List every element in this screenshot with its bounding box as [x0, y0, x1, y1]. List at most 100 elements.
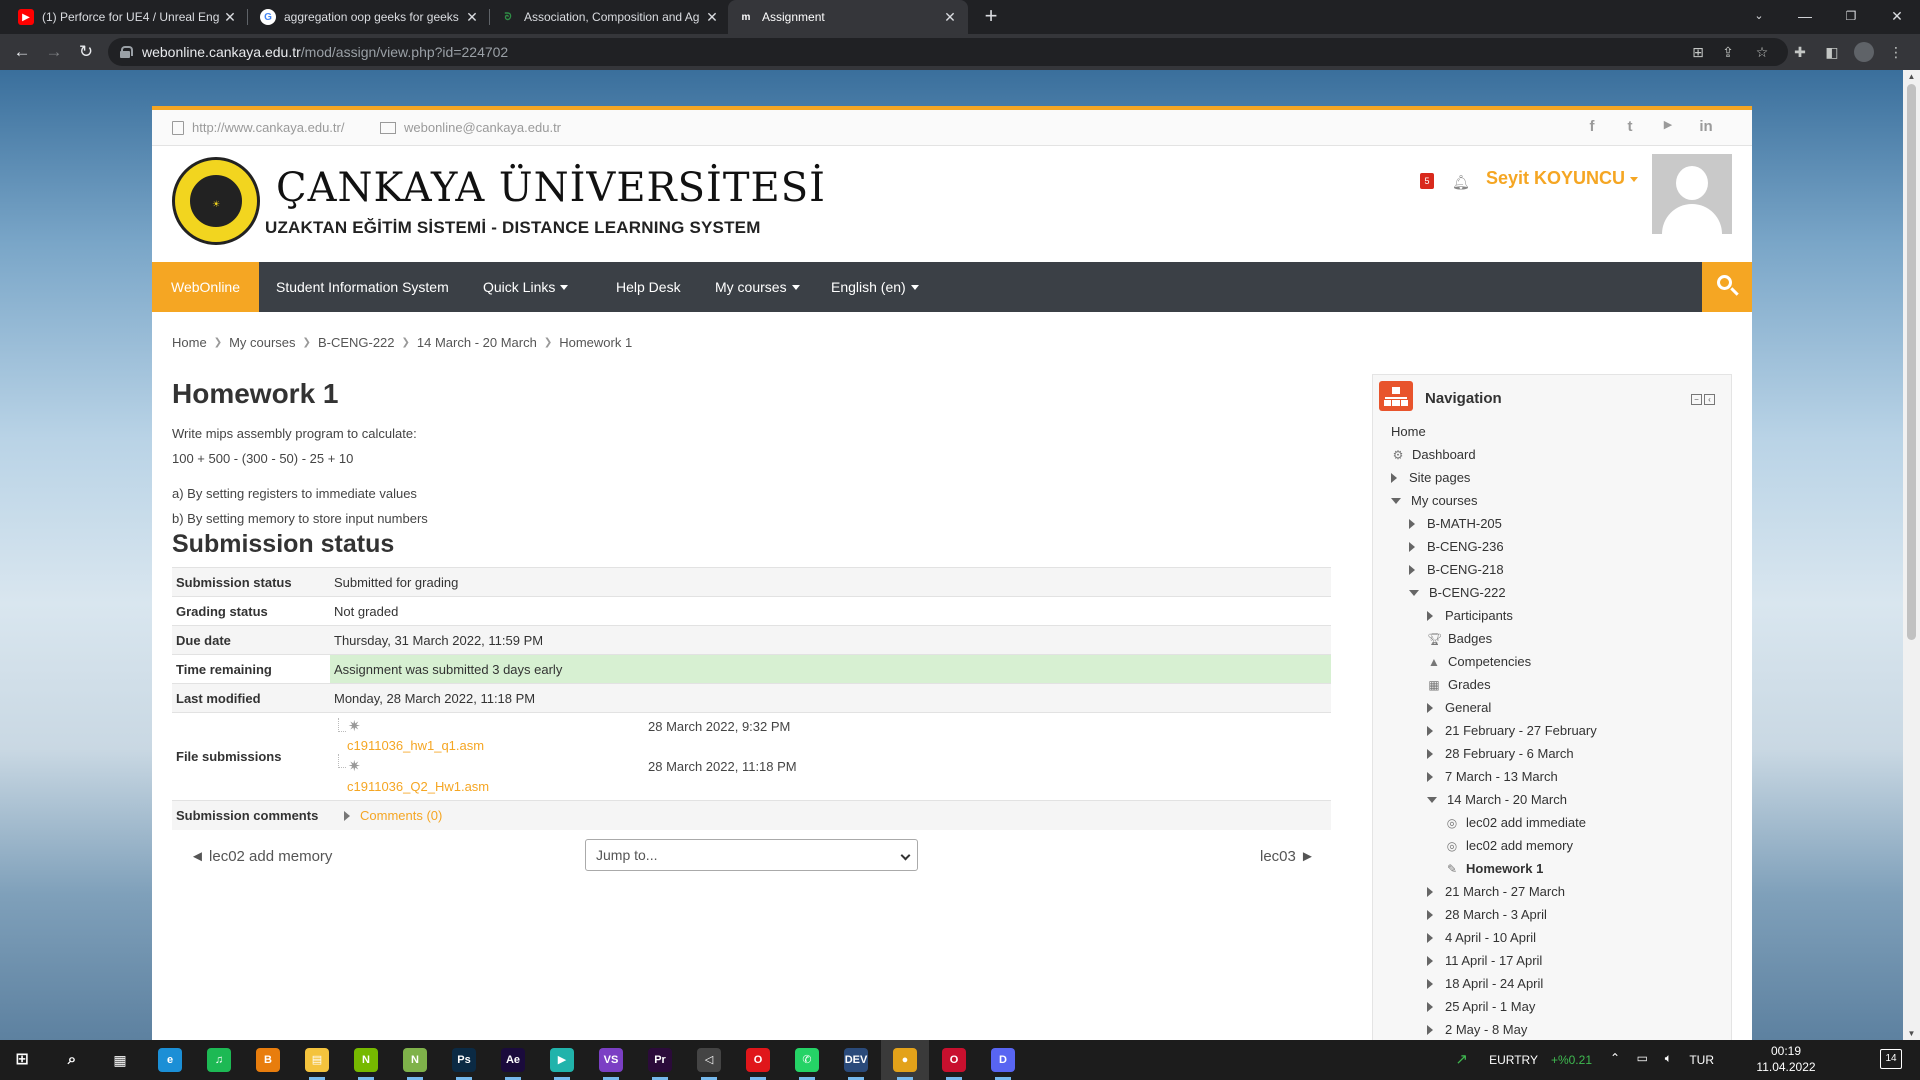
file-link-q1[interactable]: c1911036_hw1_q1.asm: [347, 738, 484, 753]
nav-item[interactable]: ▦ Grades: [1427, 674, 1490, 696]
translate-icon[interactable]: ⊞: [1688, 42, 1708, 62]
back-icon[interactable]: ←: [10, 40, 34, 64]
close-icon[interactable]: ✕: [464, 9, 480, 26]
volume-icon[interactable]: 🔈︎: [1665, 1051, 1672, 1066]
close-window-button[interactable]: ✕: [1874, 0, 1920, 34]
nav-item[interactable]: B-CENG-236: [1409, 536, 1504, 558]
facebook-icon[interactable]: f: [1582, 118, 1602, 135]
expand-arrow-icon[interactable]: [1409, 565, 1415, 575]
expand-arrow-icon[interactable]: [1427, 1025, 1433, 1035]
user-menu[interactable]: Seyit KOYUNCU: [1486, 168, 1639, 189]
language-indicator[interactable]: TUR: [1689, 1053, 1714, 1067]
side-panel-icon[interactable]: ◧: [1822, 42, 1842, 62]
forward-icon[interactable]: →: [42, 40, 66, 64]
restore-button[interactable]: ❐: [1828, 0, 1874, 34]
nav-item[interactable]: 21 February - 27 February: [1427, 720, 1597, 742]
nvidia-icon[interactable]: N: [354, 1048, 378, 1072]
close-icon[interactable]: ✕: [942, 9, 958, 26]
expand-arrow-icon[interactable]: [1427, 910, 1433, 920]
nav-item[interactable]: 🏆︎ Badges: [1427, 628, 1492, 650]
nav-help-desk[interactable]: Help Desk: [598, 262, 699, 312]
file-link-q2[interactable]: c1911036_Q2_Hw1.asm: [347, 779, 489, 794]
expand-arrow-icon[interactable]: [1427, 956, 1433, 966]
network-icon[interactable]: ▭: [1637, 1051, 1648, 1065]
nav-item[interactable]: 18 April - 24 April: [1427, 973, 1543, 995]
bookmark-star-icon[interactable]: ☆: [1752, 42, 1772, 62]
youtube-icon[interactable]: ▶: [1658, 118, 1678, 131]
notification-badge[interactable]: 5: [1420, 173, 1434, 189]
opera-icon[interactable]: O: [746, 1048, 770, 1072]
chrome-icon[interactable]: ●: [893, 1048, 917, 1072]
nav-item[interactable]: B-CENG-222: [1409, 582, 1506, 604]
next-activity-link[interactable]: lec03 ►: [1260, 848, 1315, 865]
nav-item[interactable]: General: [1427, 697, 1491, 719]
close-icon[interactable]: ✕: [222, 9, 238, 26]
photoshop-icon[interactable]: Ps: [452, 1048, 476, 1072]
notepad-icon[interactable]: N: [403, 1048, 427, 1072]
breadcrumb-current[interactable]: Homework 1: [559, 335, 632, 350]
nav-item[interactable]: ✎ Homework 1: [1445, 858, 1543, 880]
nav-item[interactable]: 21 March - 27 March: [1427, 881, 1565, 903]
nav-item[interactable]: My courses: [1391, 490, 1477, 512]
tab-perforce[interactable]: ▶ (1) Perforce for UE4 / Unreal Eng ✕: [8, 0, 248, 34]
expand-arrow-icon[interactable]: [1427, 703, 1433, 713]
nav-item[interactable]: 14 March - 20 March: [1427, 789, 1567, 811]
email-link[interactable]: webonline@cankaya.edu.tr: [380, 120, 561, 135]
nav-item[interactable]: 2 May - 8 May: [1427, 1019, 1527, 1040]
collapse-arrow-icon[interactable]: [1409, 590, 1419, 596]
nav-item[interactable]: 11 April - 17 April: [1427, 950, 1542, 972]
reload-icon[interactable]: ↻: [74, 40, 98, 64]
collapse-block-icon[interactable]: −: [1691, 394, 1702, 405]
nav-item[interactable]: 28 February - 6 March: [1427, 743, 1574, 765]
nav-item[interactable]: 7 March - 13 March: [1427, 766, 1558, 788]
nav-item[interactable]: ▲ Competencies: [1427, 651, 1531, 673]
dock-block-icon[interactable]: ‹: [1704, 394, 1715, 405]
expand-arrow-icon[interactable]: [1427, 726, 1433, 736]
nav-item[interactable]: ⚙ Dashboard: [1391, 444, 1476, 466]
share-icon[interactable]: ⇪: [1718, 42, 1738, 62]
expand-arrow-icon[interactable]: [1427, 611, 1433, 621]
search-button[interactable]: [1702, 262, 1752, 312]
expand-arrow-icon[interactable]: [1391, 473, 1397, 483]
site-link[interactable]: http://www.cankaya.edu.tr/: [172, 120, 344, 135]
minimize-button[interactable]: —: [1782, 0, 1828, 34]
expand-arrow-icon[interactable]: [1427, 933, 1433, 943]
expand-arrow-icon[interactable]: [1427, 979, 1433, 989]
page-scrollbar[interactable]: ▲ ▼: [1903, 70, 1920, 1040]
windows-start-icon[interactable]: ⊞: [10, 1048, 34, 1072]
avatar[interactable]: [1652, 154, 1732, 234]
close-icon[interactable]: ✕: [704, 9, 720, 26]
premiere-icon[interactable]: Pr: [648, 1048, 672, 1072]
expand-arrow-icon[interactable]: [1427, 749, 1433, 759]
opera-gx-icon[interactable]: O: [942, 1048, 966, 1072]
notification-center-icon[interactable]: 14: [1880, 1049, 1902, 1069]
task-view-icon[interactable]: ▦: [108, 1048, 132, 1072]
tab-association[interactable]: ᘐ Association, Composition and Ag ✕: [490, 0, 730, 34]
nav-item[interactable]: B-MATH-205: [1409, 513, 1502, 535]
linkedin-icon[interactable]: in: [1696, 118, 1716, 135]
breadcrumb-course[interactable]: B-CENG-222: [318, 335, 395, 350]
menu-icon[interactable]: ⋮: [1886, 42, 1906, 62]
new-tab-button[interactable]: +: [978, 4, 1004, 30]
nav-quick-links[interactable]: Quick Links: [465, 262, 586, 312]
nav-item[interactable]: Participants: [1427, 605, 1513, 627]
pycharm-icon[interactable]: ▶: [550, 1048, 574, 1072]
expand-arrow-icon[interactable]: [1427, 1002, 1433, 1012]
expand-arrow-icon[interactable]: [1409, 519, 1415, 529]
nav-item[interactable]: ◎ lec02 add immediate: [1445, 812, 1586, 834]
collapse-arrow-icon[interactable]: [1427, 797, 1437, 803]
spotify-icon[interactable]: ♫: [207, 1048, 231, 1072]
nav-item[interactable]: B-CENG-218: [1409, 559, 1504, 581]
nav-my-courses[interactable]: My courses: [697, 262, 818, 312]
extensions-icon[interactable]: ✚: [1790, 42, 1810, 62]
expand-arrow-icon[interactable]: [1427, 887, 1433, 897]
whatsapp-icon[interactable]: ✆: [795, 1048, 819, 1072]
prev-activity-link[interactable]: ◄ lec02 add memory: [190, 848, 332, 865]
tab-search-icon[interactable]: ⌄: [1736, 0, 1782, 34]
nav-webonline[interactable]: WebOnline: [152, 262, 260, 312]
scroll-up-icon[interactable]: ▲: [1903, 72, 1920, 81]
file-explorer-icon[interactable]: ▤: [305, 1048, 329, 1072]
clock[interactable]: 00:19 11.04.2022: [1754, 1044, 1818, 1074]
blender-icon[interactable]: B: [256, 1048, 280, 1072]
bell-icon[interactable]: 🔔︎: [1452, 174, 1470, 191]
